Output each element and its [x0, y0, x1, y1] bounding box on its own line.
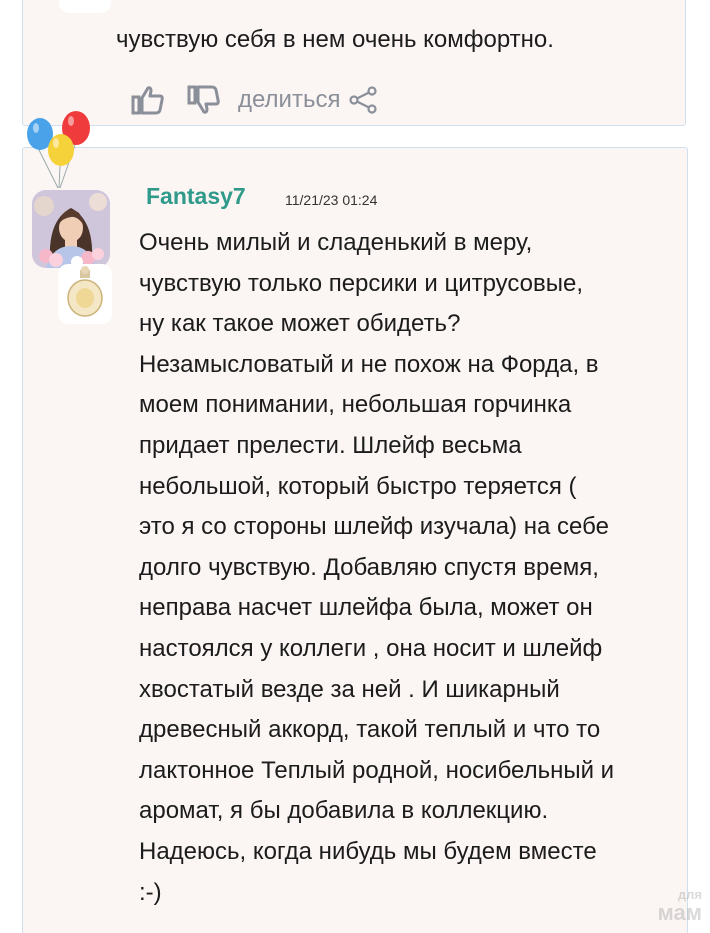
share-button[interactable]: делиться: [238, 85, 378, 115]
comment-line: Очень милый и сладенький в меру,: [139, 229, 533, 256]
comment-timestamp: 11/21/23 01:24: [285, 192, 378, 208]
share-icon: [349, 86, 378, 114]
comment-line: ну как такое может обидеть?: [139, 310, 461, 338]
perfume-bottle-badge: [58, 264, 112, 324]
comment-line: долго чувствую. Добавляю спустя время,: [139, 553, 599, 581]
thumbs-up-icon: [131, 86, 164, 115]
comment-line: неправа насчет шлейфа была, может он: [139, 594, 593, 622]
comment-line: аромат, я бы добавила в коллекцию.: [139, 797, 549, 825]
comment-line: лактонное Теплый родной, носибельный и: [139, 756, 615, 784]
comment-line: чувствую только персики и цитрусовые,: [139, 269, 584, 297]
thumbs-down-icon: [187, 85, 220, 114]
previous-comment-text: чувствую себя в нем очень комфортно.: [116, 26, 554, 53]
comment-body: Очень милый и сладенький в меру, чувству…: [139, 223, 679, 913]
comment-line: Надеюсь, когда нибудь мы будем вместе: [139, 837, 597, 865]
comment-line: это я со стороны шлейф изучала) на себе: [139, 513, 609, 541]
site-watermark: для мам: [636, 888, 703, 928]
share-label: делиться: [238, 86, 341, 113]
comment-line: моем понимании, небольшая горчинка: [139, 391, 572, 419]
comment-line: Незамысловатый и не похож на Форда, в: [139, 350, 599, 378]
comment-line: настоялся у коллеги , она носит и шлейф: [139, 634, 603, 662]
page: чувствую себя в нем очень комфортно. дел…: [0, 0, 710, 933]
comment-line: хвостатый везде за ней . И шикарный: [139, 675, 560, 703]
comment-line: древесный аккорд, такой теплый и что то: [139, 716, 601, 744]
previous-badge-stub: [59, 0, 111, 13]
comment-actions: делиться: [130, 82, 378, 118]
comment-line: небольшой, который быстро теряется (: [139, 472, 577, 500]
comment-author[interactable]: Fantasy7: [146, 183, 246, 210]
balloons-icon: [27, 111, 90, 189]
like-button[interactable]: [130, 82, 166, 118]
user-avatar[interactable]: [32, 190, 110, 268]
comment-card: Fantasy7 11/21/23 01:24 Очень милый и сл…: [22, 147, 688, 933]
comment-line: :-): [139, 878, 162, 906]
comment-line: придает прелести. Шлейф весьма: [139, 431, 522, 459]
dislike-button[interactable]: [186, 82, 222, 118]
watermark-line-2: мам: [657, 900, 703, 925]
